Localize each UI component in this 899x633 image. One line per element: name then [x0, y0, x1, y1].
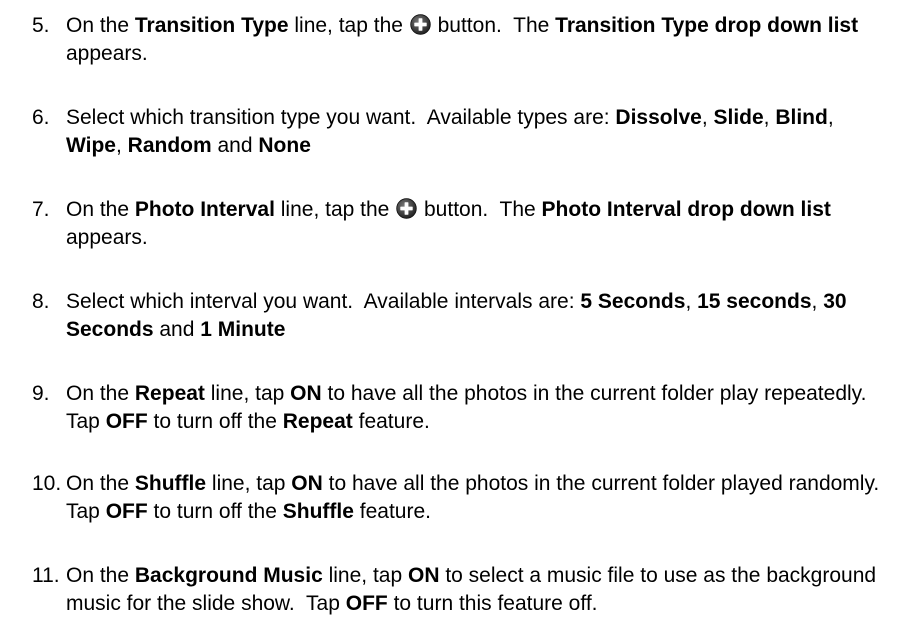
bold-term: Transition Type	[134, 14, 289, 37]
step-number: 9.	[32, 382, 50, 405]
bold-term: Transition Type drop down list	[555, 14, 859, 37]
text-run: feature.	[353, 500, 431, 523]
text-run: ,	[115, 134, 128, 157]
bold-term: OFF	[345, 592, 388, 615]
bold-term: Repeat	[134, 382, 205, 405]
text-run: line, tap the	[288, 14, 409, 37]
step-text: On the Background Music line, tap ON to …	[66, 562, 892, 618]
bold-term: 1 Minute	[200, 318, 286, 341]
text-run: and	[153, 318, 201, 341]
step-number: 8.	[32, 290, 50, 313]
bold-term: Random	[127, 134, 212, 157]
text-run: On the	[66, 14, 135, 37]
text-run: feature.	[352, 410, 430, 433]
step-text: On the Repeat line, tap ON to have all t…	[66, 380, 892, 436]
step-number: 10.	[32, 472, 62, 495]
bold-term: OFF	[105, 500, 148, 523]
text-run: to turn off the	[147, 410, 283, 433]
bold-term: 5 Seconds	[580, 290, 686, 313]
bold-term: Repeat	[282, 410, 353, 433]
bold-term: Shuffle	[282, 500, 354, 523]
bold-term: None	[258, 134, 311, 157]
step-text: Select which interval you want. Availabl…	[66, 288, 892, 344]
bold-term: Blind	[775, 106, 828, 129]
text-run: On the	[66, 198, 135, 221]
text-run: On the	[66, 564, 135, 587]
text-run: to turn off the	[147, 500, 283, 523]
bold-term: Shuffle	[134, 472, 207, 495]
text-run: Select which transition type you want. A…	[66, 106, 616, 129]
text-run: Select which interval you want. Availabl…	[66, 290, 581, 313]
step-number: 11.	[32, 564, 60, 587]
text-run: line, tap	[206, 472, 292, 495]
step-number: 5.	[32, 14, 50, 37]
bold-term: Photo Interval drop down list	[541, 198, 831, 221]
bold-term: ON	[408, 564, 440, 587]
bold-term: 15 seconds	[697, 290, 812, 313]
text-run: ,	[827, 106, 840, 129]
bold-term: Wipe	[66, 134, 116, 157]
step-text: On the Photo Interval line, tap the butt…	[66, 196, 892, 252]
text-run: button. The	[418, 198, 542, 221]
text-run: ,	[763, 106, 776, 129]
bold-term: Dissolve	[615, 106, 702, 129]
text-run: line, tap	[322, 564, 408, 587]
step-text: On the Transition Type line, tap the but…	[66, 12, 892, 68]
bold-term: Photo Interval	[134, 198, 275, 221]
text-run: and	[211, 134, 259, 157]
plus-circle-icon	[410, 14, 431, 35]
bold-term: OFF	[105, 410, 148, 433]
text-run: ,	[701, 106, 714, 129]
bold-term: ON	[291, 472, 323, 495]
text-run: line, tap the	[274, 198, 396, 221]
text-run: line, tap	[204, 382, 291, 405]
bold-term: Slide	[713, 106, 764, 129]
text-run: ,	[811, 290, 824, 313]
step-text: Select which transition type you want. A…	[66, 104, 892, 160]
text-run: button. The	[431, 14, 556, 37]
text-run: On the	[66, 382, 135, 405]
text-run: ,	[685, 290, 698, 313]
bold-term: ON	[290, 382, 322, 405]
plus-circle-icon	[396, 198, 417, 219]
step-number: 7.	[32, 198, 50, 221]
text-run: to turn this feature off.	[387, 592, 598, 615]
step-number: 6.	[32, 106, 50, 129]
bold-term: Background Music	[134, 564, 323, 587]
step-text: On the Shuffle line, tap ON to have all …	[66, 470, 892, 526]
text-run: On the	[66, 472, 135, 495]
